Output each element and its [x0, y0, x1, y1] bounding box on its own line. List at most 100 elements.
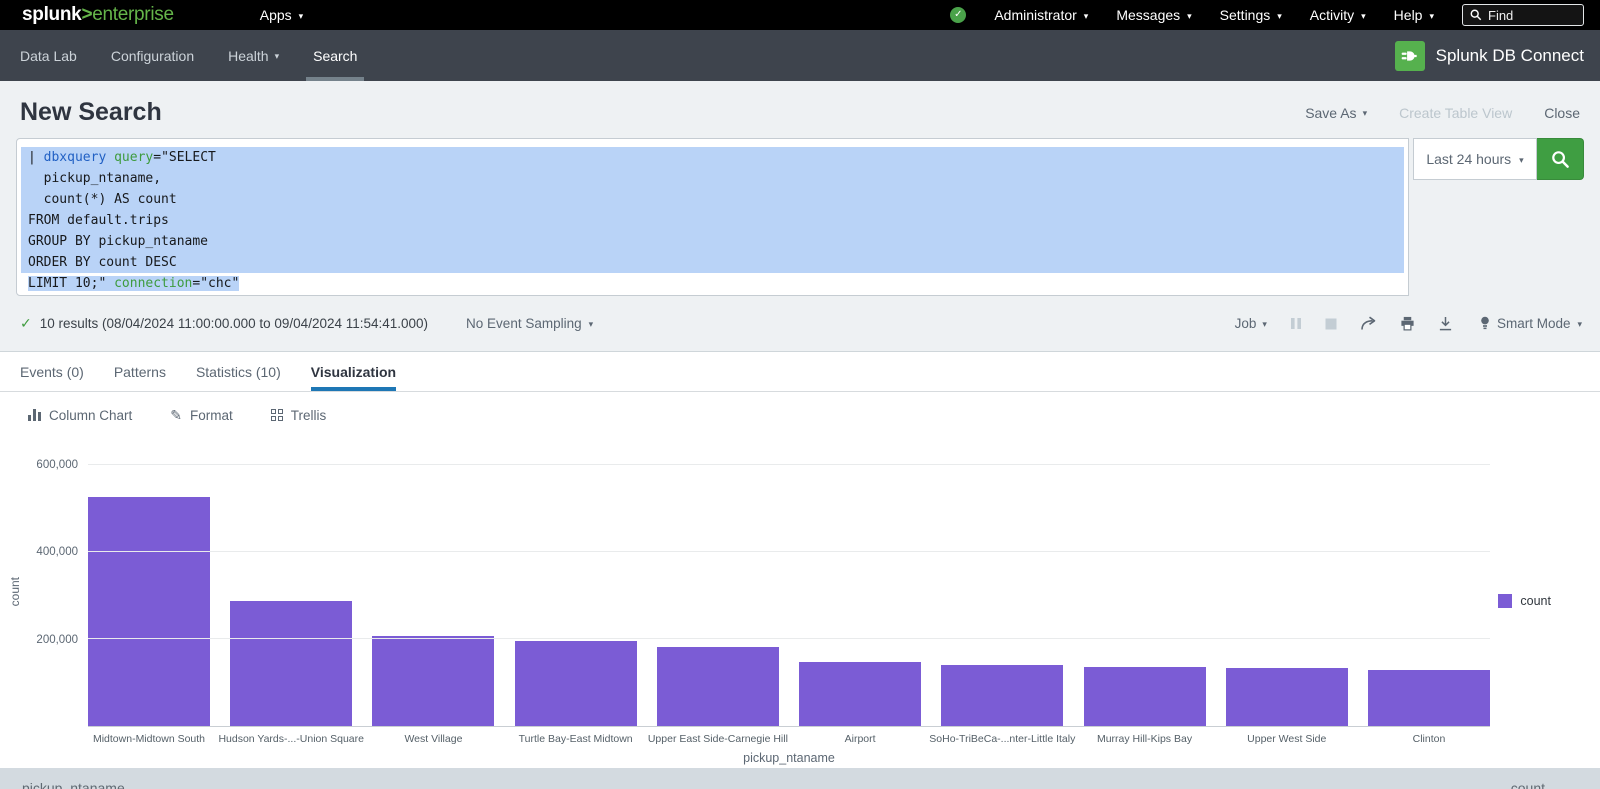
stats-column-header-count[interactable]: count: [1305, 768, 1600, 789]
trellis-button[interactable]: Trellis: [271, 408, 327, 423]
topbar-menu-settings[interactable]: Settings▾: [1220, 7, 1282, 23]
logo-gt: >: [81, 4, 92, 26]
close-button[interactable]: Close: [1544, 105, 1580, 121]
topbar-menu-activity[interactable]: Activity▾: [1310, 7, 1366, 23]
viz-toolbar: Column Chart Format Trellis: [0, 392, 1600, 438]
pause-job-icon[interactable]: [1290, 317, 1302, 330]
health-status-icon[interactable]: [950, 7, 966, 23]
column-chart-icon: [28, 409, 41, 421]
search-mode-label: Smart Mode: [1497, 316, 1571, 331]
nav-item-label: Search: [313, 48, 357, 64]
search-bar-row: | dbxquery query="SELECT pickup_ntaname,…: [0, 138, 1600, 296]
chart-plot: [88, 456, 1490, 727]
x-category-label: Upper West Side: [1247, 733, 1326, 745]
appnav-item-health[interactable]: Health▾: [228, 30, 279, 81]
format-button[interactable]: Format: [170, 407, 233, 424]
gridline: [88, 638, 1490, 639]
topbar-menu-administrator[interactable]: Administrator ▾: [994, 7, 1088, 23]
chart-type-button[interactable]: Column Chart: [28, 408, 132, 423]
x-category-slot: Hudson Yards-...-Union Square: [230, 733, 352, 745]
chevron-down-icon: ▾: [1262, 320, 1267, 329]
export-download-icon[interactable]: [1438, 316, 1453, 331]
job-menu-label: Job: [1235, 316, 1257, 331]
y-tick-label: 600,000: [36, 459, 78, 471]
app-identity: Splunk DB Connect: [1395, 41, 1584, 71]
search-query-editor[interactable]: | dbxquery query="SELECT pickup_ntaname,…: [16, 138, 1409, 296]
time-range-picker[interactable]: Last 24 hours▾: [1413, 138, 1537, 180]
chart-legend[interactable]: count: [1498, 594, 1551, 608]
event-sampling-menu[interactable]: No Event Sampling▾: [466, 316, 593, 331]
save-as-menu[interactable]: Save As ▾: [1305, 105, 1367, 121]
topbar-menu-messages[interactable]: Messages▾: [1116, 7, 1191, 23]
topbar-menu-help[interactable]: Help▾: [1394, 7, 1434, 23]
x-category-label: Midtown-Midtown South: [93, 733, 205, 745]
chart-bars: [88, 456, 1490, 726]
splunk-logo[interactable]: splunk>enterprise: [22, 4, 174, 26]
gridline: [88, 464, 1490, 465]
nav-item-label: Data Lab: [20, 48, 77, 64]
format-pencil-icon: [170, 407, 182, 424]
tab-statistics-10[interactable]: Statistics (10): [196, 352, 281, 391]
x-category-label: SoHo-TriBeCa-...nter-Little Italy: [929, 733, 1075, 745]
find-input[interactable]: [1488, 8, 1576, 23]
format-label: Format: [190, 408, 233, 423]
search-mode-menu[interactable]: Smart Mode▾: [1480, 316, 1582, 331]
tab-events-0[interactable]: Events (0): [20, 352, 84, 391]
logo-product: enterprise: [92, 4, 174, 26]
chart-bar-clinton[interactable]: [1368, 670, 1490, 726]
menu-label: Messages: [1116, 7, 1180, 23]
print-icon[interactable]: [1400, 316, 1415, 331]
search-header-section: New Search Save As▾ Create Table View Cl…: [0, 81, 1600, 352]
x-category-label: Murray Hill-Kips Bay: [1097, 733, 1192, 745]
x-category-label: Upper East Side-Carnegie Hill: [648, 733, 788, 745]
chevron-down-icon: ▾: [1361, 12, 1366, 21]
y-tick-label: 400,000: [36, 546, 78, 558]
share-job-icon[interactable]: [1360, 316, 1377, 331]
appnav-item-configuration[interactable]: Configuration: [111, 30, 194, 81]
apps-menu[interactable]: Apps▾: [260, 7, 303, 23]
tab-visualization[interactable]: Visualization: [311, 352, 396, 391]
query-line: FROM default.trips: [21, 210, 1404, 231]
appnav-item-search[interactable]: Search: [313, 30, 357, 81]
chart-bar-upper-west-side[interactable]: [1226, 668, 1348, 726]
chart-bar-west-village[interactable]: [372, 636, 494, 726]
query-line: LIMIT 10;" connection="chc": [21, 273, 1404, 294]
gridline: [88, 551, 1490, 552]
stop-job-icon[interactable]: [1325, 318, 1337, 330]
tab-patterns[interactable]: Patterns: [114, 352, 166, 391]
chevron-down-icon: ▾: [275, 52, 280, 61]
statistics-table-header: pickup_ntaname count: [0, 768, 1600, 789]
x-category-slot: SoHo-TriBeCa-...nter-Little Italy: [941, 733, 1063, 745]
appnav-item-data-lab[interactable]: Data Lab: [20, 30, 77, 81]
event-sampling-label: No Event Sampling: [466, 316, 582, 331]
query-line: GROUP BY pickup_ntaname: [21, 231, 1404, 252]
chart-bar-murray-hill-kips-bay[interactable]: [1084, 667, 1206, 726]
legend-swatch: [1498, 594, 1512, 608]
job-status-bar: ✓ 10 results (08/04/2024 11:00:00.000 to…: [0, 296, 1600, 351]
x-axis-labels: Midtown-Midtown South Hudson Yards-...-Un…: [88, 733, 1490, 745]
chart-bar-airport[interactable]: [799, 662, 921, 726]
chevron-down-icon: ▾: [299, 12, 304, 21]
create-table-view-button[interactable]: Create Table View: [1399, 105, 1512, 121]
menu-label: Administrator: [994, 7, 1076, 23]
results-tabs: Events (0) Patterns Statistics (10) Visuali…: [0, 352, 1600, 392]
y-axis-ticks: 200,000400,000600,000: [0, 456, 78, 727]
save-as-label: Save As: [1305, 105, 1356, 121]
nav-item-label: Configuration: [111, 48, 194, 64]
x-category-slot: Upper West Side: [1226, 733, 1348, 745]
chart-bar-midtown-midtown-south[interactable]: [88, 497, 210, 726]
chevron-down-icon: ▾: [1363, 109, 1368, 118]
x-category-label: Hudson Yards-...-Union Square: [218, 733, 364, 745]
db-connect-plug-icon[interactable]: [1395, 41, 1425, 71]
chevron-down-icon: ▾: [1084, 12, 1089, 21]
x-category-slot: Airport: [799, 733, 921, 745]
query-line: ORDER BY count DESC: [21, 252, 1404, 273]
chart-bar-turtle-bay-east-midtown[interactable]: [515, 641, 637, 726]
find-search-box[interactable]: [1462, 4, 1584, 26]
job-menu[interactable]: Job ▾: [1235, 316, 1267, 331]
chart-bar-soho-tribeca-nter-little-italy[interactable]: [941, 665, 1063, 726]
chart-bar-upper-east-side-carnegie-hill[interactable]: [657, 647, 779, 726]
chart-bar-hudson-yards-union-square[interactable]: [230, 601, 352, 726]
run-search-button[interactable]: [1537, 138, 1584, 180]
stats-column-header-pickup-ntaname[interactable]: pickup_ntaname: [0, 768, 1303, 789]
